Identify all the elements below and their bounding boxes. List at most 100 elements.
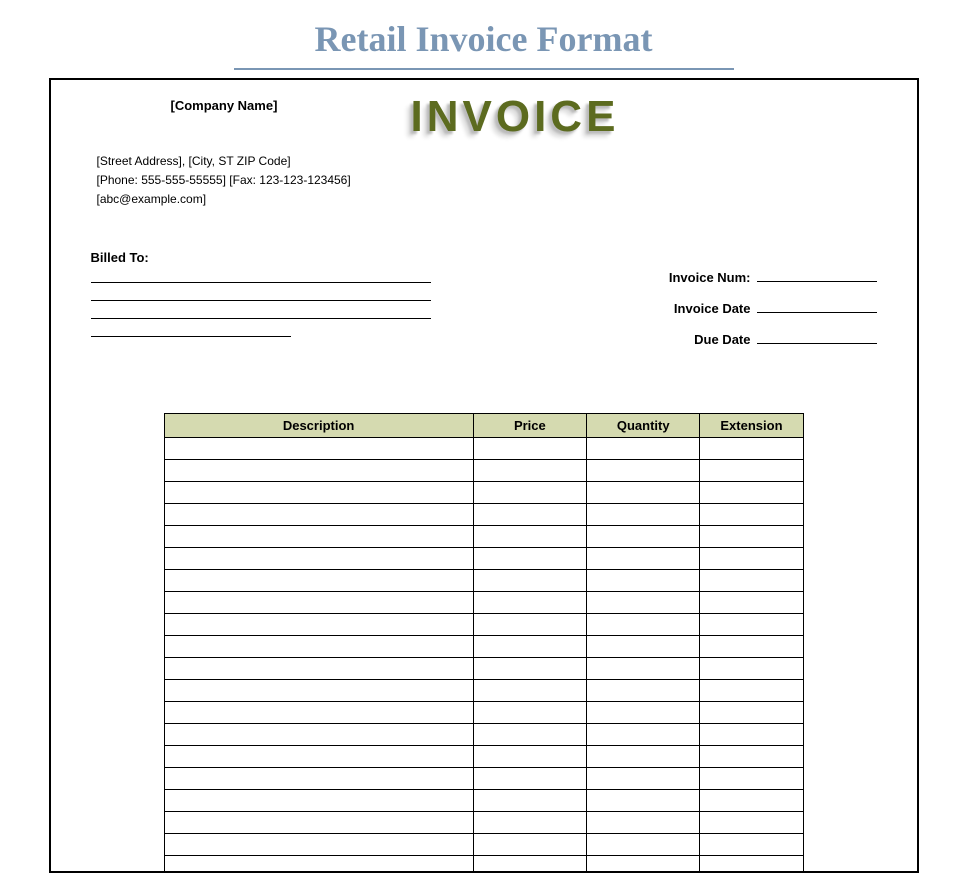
table-row <box>164 525 803 547</box>
due-date-label: Due Date <box>694 332 750 347</box>
cell-price[interactable] <box>473 767 586 789</box>
cell-price[interactable] <box>473 437 586 459</box>
cell-extension[interactable] <box>700 525 803 547</box>
cell-description[interactable] <box>164 635 473 657</box>
cell-quantity[interactable] <box>587 591 700 613</box>
cell-description[interactable] <box>164 745 473 767</box>
cell-extension[interactable] <box>700 855 803 873</box>
cell-price[interactable] <box>473 613 586 635</box>
cell-quantity[interactable] <box>587 459 700 481</box>
cell-quantity[interactable] <box>587 525 700 547</box>
cell-description[interactable] <box>164 657 473 679</box>
cell-extension[interactable] <box>700 679 803 701</box>
cell-description[interactable] <box>164 437 473 459</box>
cell-description[interactable] <box>164 679 473 701</box>
billed-to-line-4[interactable] <box>91 321 291 337</box>
cell-price[interactable] <box>473 745 586 767</box>
cell-price[interactable] <box>473 591 586 613</box>
cell-price[interactable] <box>473 789 586 811</box>
cell-price[interactable] <box>473 547 586 569</box>
cell-description[interactable] <box>164 789 473 811</box>
cell-description[interactable] <box>164 459 473 481</box>
cell-description[interactable] <box>164 503 473 525</box>
cell-extension[interactable] <box>700 723 803 745</box>
cell-description[interactable] <box>164 811 473 833</box>
cell-price[interactable] <box>473 503 586 525</box>
cell-price[interactable] <box>473 525 586 547</box>
cell-description[interactable] <box>164 613 473 635</box>
cell-description[interactable] <box>164 723 473 745</box>
cell-quantity[interactable] <box>587 811 700 833</box>
cell-description[interactable] <box>164 525 473 547</box>
invoice-date-field[interactable] <box>757 299 877 313</box>
invoice-num-field[interactable] <box>757 268 877 282</box>
cell-description[interactable] <box>164 481 473 503</box>
cell-quantity[interactable] <box>587 437 700 459</box>
invoice-num-row: Invoice Num: <box>577 268 877 285</box>
cell-quantity[interactable] <box>587 723 700 745</box>
cell-extension[interactable] <box>700 767 803 789</box>
cell-quantity[interactable] <box>587 789 700 811</box>
table-row <box>164 723 803 745</box>
company-address-block: [Street Address], [City, ST ZIP Code] [P… <box>97 152 877 210</box>
cell-price[interactable] <box>473 679 586 701</box>
cell-quantity[interactable] <box>587 701 700 723</box>
cell-description[interactable] <box>164 569 473 591</box>
table-row <box>164 569 803 591</box>
cell-extension[interactable] <box>700 657 803 679</box>
cell-price[interactable] <box>473 635 586 657</box>
cell-price[interactable] <box>473 481 586 503</box>
header-description: Description <box>164 413 473 437</box>
cell-extension[interactable] <box>700 701 803 723</box>
billed-to-line-1[interactable] <box>91 267 431 283</box>
cell-extension[interactable] <box>700 811 803 833</box>
cell-description[interactable] <box>164 767 473 789</box>
cell-quantity[interactable] <box>587 569 700 591</box>
cell-quantity[interactable] <box>587 635 700 657</box>
table-row <box>164 789 803 811</box>
cell-quantity[interactable] <box>587 613 700 635</box>
cell-price[interactable] <box>473 569 586 591</box>
due-date-field[interactable] <box>757 330 877 344</box>
table-row <box>164 767 803 789</box>
cell-description[interactable] <box>164 591 473 613</box>
cell-quantity[interactable] <box>587 833 700 855</box>
cell-extension[interactable] <box>700 459 803 481</box>
cell-description[interactable] <box>164 547 473 569</box>
cell-description[interactable] <box>164 855 473 873</box>
cell-quantity[interactable] <box>587 481 700 503</box>
table-row <box>164 657 803 679</box>
cell-price[interactable] <box>473 657 586 679</box>
table-row <box>164 635 803 657</box>
cell-quantity[interactable] <box>587 547 700 569</box>
cell-price[interactable] <box>473 811 586 833</box>
cell-extension[interactable] <box>700 635 803 657</box>
billed-to-line-3[interactable] <box>91 303 431 319</box>
cell-extension[interactable] <box>700 789 803 811</box>
cell-extension[interactable] <box>700 833 803 855</box>
cell-quantity[interactable] <box>587 855 700 873</box>
cell-price[interactable] <box>473 855 586 873</box>
cell-extension[interactable] <box>700 745 803 767</box>
cell-extension[interactable] <box>700 481 803 503</box>
cell-quantity[interactable] <box>587 767 700 789</box>
cell-quantity[interactable] <box>587 679 700 701</box>
cell-quantity[interactable] <box>587 503 700 525</box>
cell-extension[interactable] <box>700 547 803 569</box>
cell-extension[interactable] <box>700 437 803 459</box>
billed-to-line-2[interactable] <box>91 285 431 301</box>
cell-price[interactable] <box>473 459 586 481</box>
cell-description[interactable] <box>164 701 473 723</box>
table-row <box>164 811 803 833</box>
cell-extension[interactable] <box>700 591 803 613</box>
cell-price[interactable] <box>473 701 586 723</box>
cell-price[interactable] <box>473 833 586 855</box>
header-price: Price <box>473 413 586 437</box>
cell-extension[interactable] <box>700 503 803 525</box>
cell-quantity[interactable] <box>587 657 700 679</box>
cell-quantity[interactable] <box>587 745 700 767</box>
cell-price[interactable] <box>473 723 586 745</box>
cell-extension[interactable] <box>700 569 803 591</box>
cell-description[interactable] <box>164 833 473 855</box>
cell-extension[interactable] <box>700 613 803 635</box>
